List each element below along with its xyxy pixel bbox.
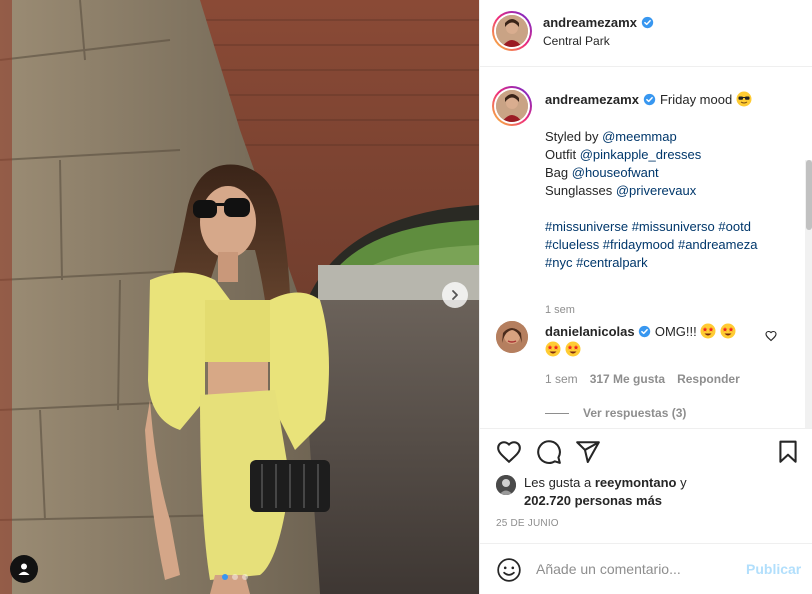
- mention-link[interactable]: @pinkapple_dresses: [580, 147, 702, 162]
- liked-by-prefix: Les gusta a: [524, 475, 595, 490]
- hashtag-line[interactable]: #missuniverse #missuniverso #ootd: [545, 218, 795, 236]
- star-struck-emoji-icon: [545, 341, 561, 357]
- carousel-indicator: [222, 574, 248, 580]
- comment-bubble-icon[interactable]: [536, 439, 562, 465]
- like-comment-heart-icon[interactable]: [765, 330, 777, 342]
- comments-scrollbar[interactable]: [805, 160, 812, 428]
- caption-head: andreamezamx Friday mood: [545, 91, 752, 107]
- chevron-right-icon: [452, 290, 458, 300]
- tagged-users-button[interactable]: [10, 555, 38, 583]
- like-heart-icon[interactable]: [496, 439, 522, 465]
- author-username[interactable]: andreamezamx: [543, 15, 654, 30]
- avatar-portrait-icon: [496, 475, 516, 495]
- mention-link[interactable]: @houseofwant: [572, 165, 659, 180]
- post-location[interactable]: Central Park: [543, 34, 610, 48]
- mention-link[interactable]: @priverevaux: [616, 183, 696, 198]
- carousel-dot: [242, 574, 248, 580]
- star-struck-emoji-icon: [720, 323, 736, 339]
- liked-by-text: Les gusta a reeymontano y 202.720 person…: [524, 474, 687, 510]
- commenter-avatar[interactable]: [496, 321, 528, 353]
- avatar-portrait-icon: [496, 90, 528, 122]
- post-photo[interactable]: [0, 0, 479, 594]
- mention-link[interactable]: @meemmap: [602, 129, 677, 144]
- caption-body: Styled by @meemmap Outfit @pinkapple_dre…: [545, 128, 795, 272]
- liked-by-others[interactable]: 202.720 personas más: [524, 493, 662, 508]
- emoji-picker-icon[interactable]: [496, 557, 522, 583]
- scrollbar-thumb[interactable]: [806, 160, 812, 230]
- carousel-dot: [232, 574, 238, 580]
- verified-badge-icon: [643, 93, 656, 106]
- post-header: andreamezamx Central Park: [480, 0, 812, 67]
- post-side-panel: andreamezamx Central Park andreamezamx F…: [479, 0, 812, 594]
- caption-username[interactable]: andreamezamx: [545, 92, 639, 107]
- post-date[interactable]: 25 DE JUNIO: [496, 518, 559, 529]
- user-icon: [18, 563, 30, 575]
- caption-gap: [545, 200, 795, 218]
- verified-badge-icon: [641, 16, 654, 29]
- verified-badge-icon: [638, 325, 651, 338]
- view-replies-button[interactable]: Ver respuestas (3): [545, 406, 686, 420]
- add-comment-bar: Publicar: [480, 543, 812, 594]
- share-paper-plane-icon[interactable]: [575, 439, 601, 465]
- liked-by: Les gusta a reeymontano y 202.720 person…: [496, 474, 687, 510]
- star-struck-emoji-icon: [565, 341, 581, 357]
- liked-by-user[interactable]: reeymontano: [595, 475, 677, 490]
- avatar-portrait-icon: [496, 15, 528, 47]
- replies-divider: [545, 412, 569, 414]
- reply-button[interactable]: Responder: [677, 372, 740, 386]
- caption-line-label: Bag: [545, 165, 572, 180]
- comment-timestamp[interactable]: 1 sem: [545, 372, 578, 386]
- post-actions: Les gusta a reeymontano y 202.720 person…: [480, 428, 812, 546]
- commenter-username[interactable]: danielanicolas: [545, 324, 635, 339]
- caption-line-label: Styled by: [545, 129, 603, 144]
- publish-button[interactable]: Publicar: [746, 561, 801, 577]
- avatar-portrait-icon: [496, 321, 528, 353]
- caption-timestamp[interactable]: 1 sem: [545, 304, 575, 316]
- hashtag-line[interactable]: #clueless #fridaymood #andreameza: [545, 236, 795, 254]
- comment-likes[interactable]: 317 Me gusta: [590, 372, 665, 386]
- comment-input[interactable]: [536, 558, 736, 580]
- comment-text: OMG!!!: [654, 324, 697, 339]
- liker-avatar[interactable]: [496, 475, 516, 495]
- star-struck-emoji-icon: [700, 323, 716, 339]
- view-replies-label: Ver respuestas (3): [583, 406, 687, 420]
- liked-by-joiner: y: [676, 475, 687, 490]
- caption-author-avatar[interactable]: [492, 86, 532, 126]
- hashtag-line[interactable]: #nyc #centralpark: [545, 254, 795, 272]
- caption-text: Friday mood: [659, 91, 733, 107]
- sunglasses-emoji-icon: [736, 91, 752, 107]
- next-photo-button[interactable]: [442, 282, 468, 308]
- caption-line-label: Outfit: [545, 147, 580, 162]
- author-avatar[interactable]: [492, 11, 532, 51]
- comments-area[interactable]: andreamezamx Friday mood Styled by @meem…: [480, 68, 812, 428]
- carousel-dot-active: [222, 574, 228, 580]
- caption-line-label: Sunglasses: [545, 183, 616, 198]
- post-image: [0, 0, 479, 594]
- author-username-link[interactable]: andreamezamx: [543, 15, 637, 30]
- comment-body: danielanicolas OMG!!!: [545, 323, 755, 359]
- save-bookmark-icon[interactable]: [775, 439, 801, 465]
- comment-meta: 1 sem 317 Me gusta Responder: [545, 372, 740, 386]
